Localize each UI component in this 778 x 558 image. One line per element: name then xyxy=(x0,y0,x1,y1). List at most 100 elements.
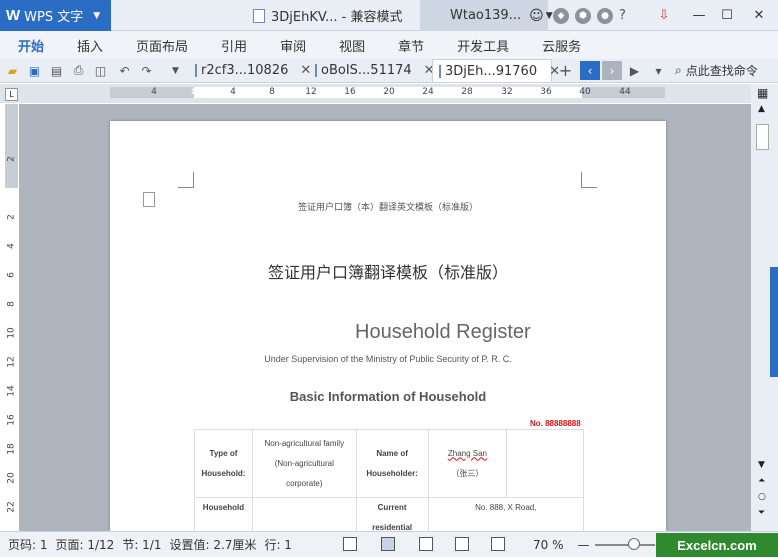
save-icon[interactable]: ▣ xyxy=(26,62,43,79)
type-label: Household: xyxy=(201,468,246,478)
table-cell[interactable]: Type of Household: xyxy=(194,429,253,498)
ruler-tick: 36 xyxy=(540,87,552,97)
zoom-slider-handle[interactable] xyxy=(628,538,640,550)
table-cell[interactable]: Non-agricultural family (Non-agricultura… xyxy=(251,429,357,498)
add-tab-icon[interactable]: + xyxy=(557,61,574,80)
sync-icon[interactable]: ◆ xyxy=(553,7,569,24)
zoom-out-icon[interactable]: — xyxy=(578,538,590,552)
status-line[interactable]: 行: 1 xyxy=(260,536,296,553)
ruler-tick: 18 xyxy=(6,443,17,455)
title-tab-label: 3DjEhKV... - 兼容模式 xyxy=(271,10,403,25)
web-view-icon[interactable] xyxy=(455,537,469,551)
holder-label: Name of xyxy=(376,448,408,458)
prev-page-icon[interactable]: ⏶ xyxy=(758,476,765,486)
zoom-slider[interactable] xyxy=(595,544,655,546)
file-tab-1[interactable]: r2cf3...10826 ✕ xyxy=(189,59,311,82)
holder-label: Householder: xyxy=(366,468,418,478)
crop-mark xyxy=(581,172,597,188)
indent-marker-icon[interactable]: ⧗ xyxy=(191,87,197,98)
wps-logo-icon: W xyxy=(6,7,21,24)
ruler-tick: 14 xyxy=(6,385,17,397)
tab-insert[interactable]: 插入 xyxy=(59,31,118,59)
tab-prev-button[interactable]: ‹ xyxy=(580,61,600,80)
print-preview-icon[interactable]: ◫ xyxy=(92,62,109,79)
open-icon[interactable]: ▰ xyxy=(4,62,21,79)
download-icon[interactable]: ⇩ xyxy=(650,0,678,31)
horizontal-ruler-row: L 4 ⧗ 4 8 12 16 20 24 28 32 36 40 44 xyxy=(0,84,778,103)
ruler-tick: 4 xyxy=(230,87,236,97)
command-search[interactable]: ⌕ 点此查找命令 xyxy=(675,59,758,82)
ruler-tick: 32 xyxy=(501,87,513,97)
chevron-down-icon[interactable]: ▼ xyxy=(167,62,184,79)
file-tab-2[interactable]: oBoIS...51174 ✕ xyxy=(309,59,435,82)
skin-icon[interactable]: ● xyxy=(597,7,613,24)
ruler-tick: 22 xyxy=(6,501,17,513)
side-panel-tab[interactable] xyxy=(770,267,778,377)
settings-icon[interactable]: ⬢ xyxy=(575,7,591,24)
type-value: (Non-agricultural xyxy=(274,458,334,468)
document-icon xyxy=(315,64,317,77)
vertical-ruler[interactable]: 2 2 4 6 8 10 12 14 16 18 20 22 xyxy=(5,104,18,531)
ruler-toggle-icon[interactable]: L xyxy=(5,88,18,101)
status-setting[interactable]: 设置值: 2.7厘米 xyxy=(165,536,260,553)
print-icon[interactable]: ⎙ xyxy=(70,62,87,79)
ruler-tick: 16 xyxy=(6,414,17,426)
file-tab-label: r2cf3...10826 xyxy=(201,63,289,78)
panel-toggle-icon[interactable]: ▦ xyxy=(757,86,768,100)
tab-references[interactable]: 引用 xyxy=(203,31,262,59)
page-view-icon[interactable] xyxy=(381,537,395,551)
user-name: Wtao139... xyxy=(450,8,522,23)
maximize-button[interactable]: ☐ xyxy=(713,0,741,31)
ruler-tick: 2 xyxy=(6,156,17,162)
search-icon: ⌕ xyxy=(675,63,682,77)
tab-home[interactable]: 开始 xyxy=(0,31,59,59)
tab-page-layout[interactable]: 页面布局 xyxy=(118,31,203,59)
scroll-up-icon[interactable]: ▲ xyxy=(758,104,765,114)
status-section[interactable]: 节: 1/1 xyxy=(118,536,165,553)
undo-icon[interactable]: ↶ xyxy=(116,62,133,79)
horizontal-ruler[interactable]: 4 ⧗ 4 8 12 16 20 24 28 32 36 40 44 xyxy=(110,87,665,98)
holder-value: Zhang San xyxy=(447,448,487,458)
minimize-button[interactable]: — xyxy=(685,0,713,31)
eye-protection-icon[interactable] xyxy=(491,537,505,551)
table-cell[interactable]: Name of Householder: xyxy=(355,429,429,498)
redo-icon[interactable]: ↷ xyxy=(138,62,155,79)
ruler-tick: 16 xyxy=(344,87,356,97)
document-canvas[interactable]: 签证用户口簿（本）翻译英文模板（标准版） 签证用户口簿翻译模板（标准版） Hou… xyxy=(19,104,751,539)
status-page-no[interactable]: 页码: 1 xyxy=(4,536,52,553)
tab-developer[interactable]: 开发工具 xyxy=(439,31,524,59)
document-icon xyxy=(439,64,441,78)
tab-list-icon[interactable]: ▾ xyxy=(650,62,667,79)
close-button[interactable]: ✕ xyxy=(745,0,773,31)
english-subtitle: Under Supervision of the Ministry of Pub… xyxy=(264,354,512,364)
file-tab-3[interactable]: 3DjEh...91760 ✕ xyxy=(432,59,560,82)
chinese-title: 签证用户口簿翻译模板（标准版） xyxy=(267,263,508,282)
table-cell[interactable]: Zhang San （张三） xyxy=(427,429,508,498)
title-tab[interactable]: 3DjEhKV... - 兼容模式 xyxy=(245,0,420,31)
tab-view[interactable]: 视图 xyxy=(321,31,380,59)
tab-chapter[interactable]: 章节 xyxy=(380,31,439,59)
page-header-text: 签证用户口簿（本）翻译英文模板（标准版） xyxy=(297,203,478,213)
app-menu-button[interactable]: W WPS 文字 ▼ xyxy=(0,0,111,31)
scroll-down-icon[interactable]: ▼ xyxy=(758,460,765,470)
outline-view-icon[interactable] xyxy=(419,537,433,551)
tab-review[interactable]: 审阅 xyxy=(262,31,321,59)
tab-next-button[interactable]: › xyxy=(602,61,622,80)
ruler-tick: 2 xyxy=(6,214,17,220)
select-browse-icon[interactable]: ○ xyxy=(758,492,766,502)
scroll-thumb[interactable] xyxy=(756,124,769,150)
document-page[interactable]: 签证用户口簿（本）翻译英文模板（标准版） 签证用户口簿翻译模板（标准版） Hou… xyxy=(110,121,666,539)
user-account[interactable]: Wtao139... ☺ ▼ xyxy=(420,0,553,31)
table-cell[interactable] xyxy=(506,429,584,498)
crop-mark xyxy=(178,172,194,188)
presentation-icon[interactable]: ▶ xyxy=(626,62,643,79)
export-pdf-icon[interactable]: ▤ xyxy=(48,62,65,79)
document-icon xyxy=(253,8,265,23)
next-page-icon[interactable]: ⏷ xyxy=(758,508,765,518)
full-screen-icon[interactable] xyxy=(343,537,357,551)
status-pages[interactable]: 页面: 1/12 xyxy=(52,536,119,553)
zoom-control[interactable]: 70 % — xyxy=(533,532,590,558)
tab-cloud[interactable]: 云服务 xyxy=(524,31,596,59)
file-tab-label: oBoIS...51174 xyxy=(321,63,412,78)
help-icon[interactable]: ? xyxy=(619,8,626,23)
